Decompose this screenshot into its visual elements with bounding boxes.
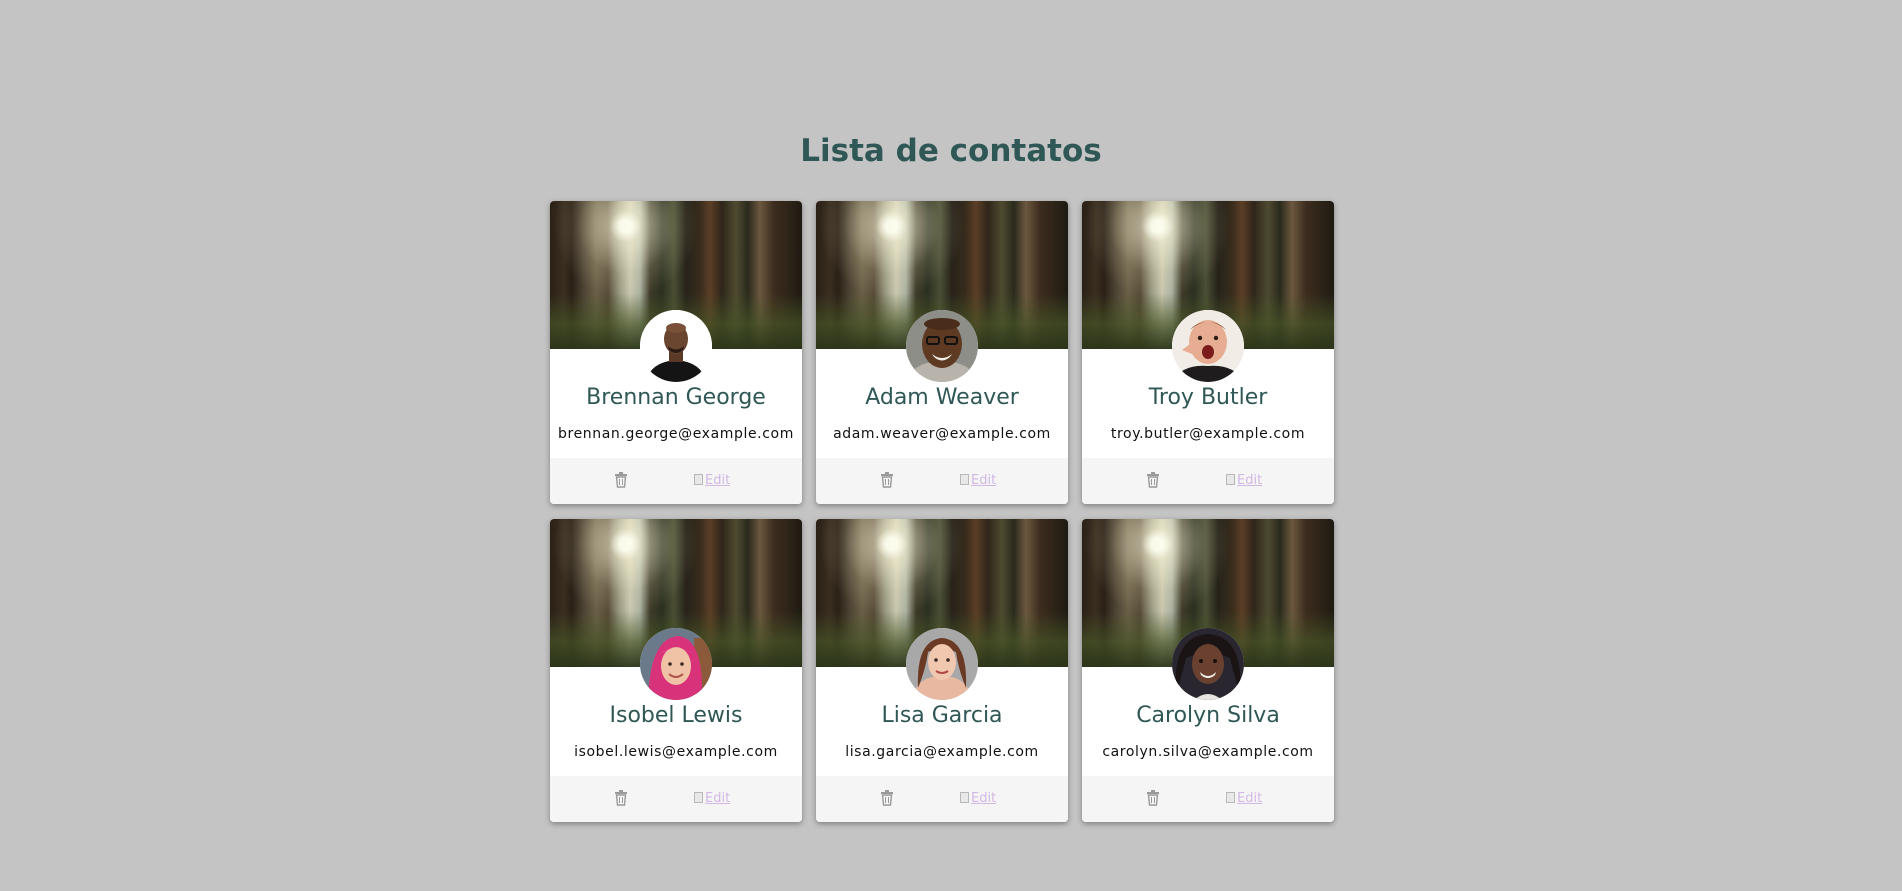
- broken-image-icon: [694, 792, 703, 803]
- delete-button[interactable]: [880, 790, 896, 808]
- page-title: Lista de contatos: [800, 133, 1102, 169]
- card-actions: Edit: [550, 458, 802, 504]
- contact-avatar: [640, 310, 712, 382]
- contact-card: Isobel Lewis isobel.lewis@example.com Ed…: [550, 519, 802, 822]
- trash-icon: [1147, 790, 1159, 806]
- trash-icon: [615, 472, 627, 488]
- edit-label: Edit: [971, 791, 997, 806]
- card-actions: Edit: [816, 458, 1068, 504]
- broken-image-icon: [1226, 792, 1235, 803]
- edit-label: Edit: [1237, 791, 1263, 806]
- delete-button[interactable]: [1146, 790, 1162, 808]
- card-actions: Edit: [550, 776, 802, 822]
- edit-label: Edit: [1237, 473, 1263, 488]
- edit-label: Edit: [705, 473, 731, 488]
- card-actions: Edit: [1082, 776, 1334, 822]
- contact-email: brennan.george@example.com: [558, 426, 794, 442]
- contact-avatar: [1172, 628, 1244, 700]
- edit-label: Edit: [971, 473, 997, 488]
- contact-email: adam.weaver@example.com: [833, 426, 1051, 442]
- contact-avatar: [906, 310, 978, 382]
- broken-image-icon: [960, 792, 969, 803]
- trash-icon: [615, 790, 627, 806]
- edit-link[interactable]: Edit: [1226, 790, 1262, 808]
- edit-label: Edit: [705, 791, 731, 806]
- contact-card: Adam Weaver adam.weaver@example.com Edit: [816, 201, 1068, 504]
- contact-name: Brennan George: [586, 385, 766, 410]
- trash-icon: [881, 472, 893, 488]
- edit-link[interactable]: Edit: [960, 790, 996, 808]
- card-actions: Edit: [1082, 458, 1334, 504]
- contact-name: Adam Weaver: [865, 385, 1019, 410]
- contact-name: Carolyn Silva: [1136, 703, 1280, 728]
- edit-link[interactable]: Edit: [960, 472, 996, 490]
- trash-icon: [1147, 472, 1159, 488]
- contact-card: Brennan George brennan.george@example.co…: [550, 201, 802, 504]
- contact-avatar: [906, 628, 978, 700]
- delete-button[interactable]: [614, 790, 630, 808]
- delete-button[interactable]: [614, 472, 630, 490]
- contact-email: isobel.lewis@example.com: [574, 744, 778, 760]
- contact-email: troy.butler@example.com: [1110, 426, 1306, 442]
- contact-name: Lisa Garcia: [881, 703, 1003, 728]
- contact-email: lisa.garcia@example.com: [845, 744, 1039, 760]
- broken-image-icon: [694, 474, 703, 485]
- edit-link[interactable]: Edit: [1226, 472, 1262, 490]
- contact-card: Troy Butler troy.butler@example.com Edit: [1082, 201, 1334, 504]
- edit-link[interactable]: Edit: [694, 472, 730, 490]
- broken-image-icon: [1226, 474, 1235, 485]
- delete-button[interactable]: [1146, 472, 1162, 490]
- delete-button[interactable]: [880, 472, 896, 490]
- contact-card: Carolyn Silva carolyn.silva@example.com …: [1082, 519, 1334, 822]
- card-actions: Edit: [816, 776, 1068, 822]
- broken-image-icon: [960, 474, 969, 485]
- contact-card: Lisa Garcia lisa.garcia@example.com Edit: [816, 519, 1068, 822]
- contact-name: Isobel Lewis: [609, 703, 743, 728]
- contact-avatar: [640, 628, 712, 700]
- edit-link[interactable]: Edit: [694, 790, 730, 808]
- trash-icon: [881, 790, 893, 806]
- contact-email: carolyn.silva@example.com: [1102, 744, 1314, 760]
- contact-grid: Brennan George brennan.george@example.co…: [550, 201, 1336, 822]
- contact-avatar: [1172, 310, 1244, 382]
- contact-name: Troy Butler: [1148, 385, 1268, 410]
